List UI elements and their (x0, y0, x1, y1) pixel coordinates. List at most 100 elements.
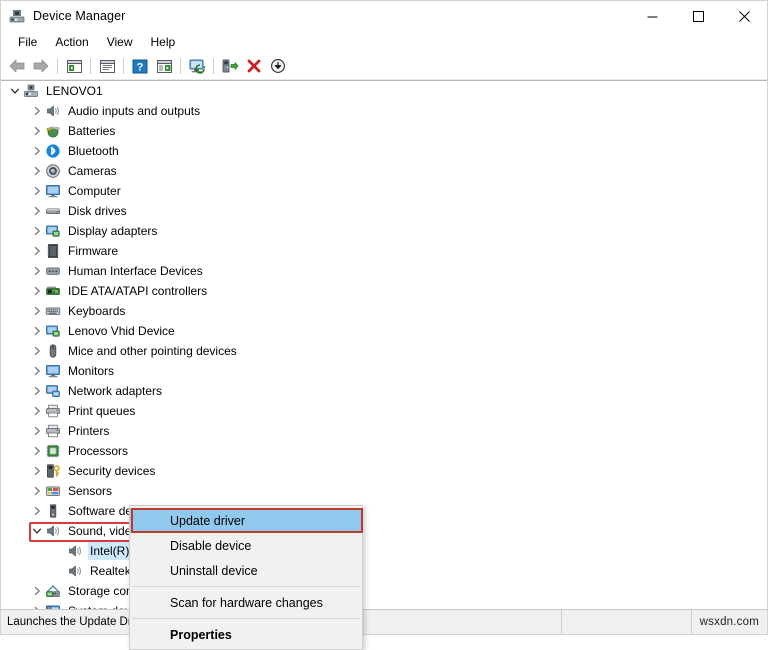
computer-root-icon (23, 83, 39, 99)
scan-hardware-changes-icon[interactable] (185, 55, 209, 77)
chevron-down-icon[interactable] (29, 521, 45, 541)
chevron-right-icon[interactable] (29, 161, 45, 181)
chevron-right-icon[interactable] (29, 501, 45, 521)
tree-row[interactable]: Keyboards (1, 301, 767, 321)
chevron-right-icon[interactable] (29, 321, 45, 341)
chevron-right-icon[interactable] (29, 401, 45, 421)
close-button[interactable] (721, 1, 767, 31)
menu-help[interactable]: Help (142, 32, 185, 52)
sensor-icon (45, 483, 61, 499)
toolbar: ? (1, 53, 767, 80)
tree-row[interactable]: Firmware (1, 241, 767, 261)
tree-row[interactable]: Software devices (1, 501, 767, 521)
chevron-down-icon[interactable] (7, 81, 23, 101)
tree-row[interactable]: Printers (1, 421, 767, 441)
chevron-right-icon[interactable] (29, 361, 45, 381)
view-details-icon[interactable] (152, 55, 176, 77)
chevron-right-icon[interactable] (29, 301, 45, 321)
tree-row[interactable]: Sound, video and game controllers (1, 521, 767, 541)
context-menu-item[interactable]: Update driver (130, 508, 362, 533)
show-hide-console-tree-icon[interactable] (62, 55, 86, 77)
title-bar: Device Manager (1, 1, 767, 31)
tree-row[interactable]: IDE ATA/ATAPI controllers (1, 281, 767, 301)
tree-row[interactable]: Bluetooth (1, 141, 767, 161)
software-device-icon (45, 503, 61, 519)
tree-row[interactable]: Storage cont (1, 581, 767, 601)
tree-row[interactable]: Sensors (1, 481, 767, 501)
tree-row[interactable]: Print queues (1, 401, 767, 421)
update-driver-icon[interactable] (218, 55, 242, 77)
chevron-right-icon[interactable] (29, 441, 45, 461)
storage-controller-icon (45, 583, 61, 599)
tree-row[interactable]: Disk drives (1, 201, 767, 221)
tree-row[interactable]: Security devices (1, 461, 767, 481)
tree-row-label: Computer (68, 184, 121, 198)
printer-icon (45, 423, 61, 439)
tree-row-label: Audio inputs and outputs (68, 104, 201, 118)
bluetooth-icon (45, 143, 61, 159)
back-icon[interactable] (5, 55, 29, 77)
uninstall-device-icon[interactable] (242, 55, 266, 77)
maximize-button[interactable] (675, 1, 721, 31)
tree-row[interactable]: Human Interface Devices (1, 261, 767, 281)
device-tree[interactable]: LENOVO1 Audio inputs and outputs Batteries… (1, 80, 767, 609)
tree-row[interactable]: Lenovo Vhid Device (1, 321, 767, 341)
menu-view[interactable]: View (98, 32, 142, 52)
context-menu-item[interactable]: Uninstall device (130, 558, 362, 583)
tree-row[interactable]: Realtek H (1, 561, 767, 581)
disable-device-icon[interactable] (266, 55, 290, 77)
context-menu[interactable]: Update driver Disable device Uninstall dev… (129, 505, 363, 650)
speaker-icon (45, 103, 61, 119)
toolbar-separator (213, 58, 214, 74)
chevron-right-icon[interactable] (29, 141, 45, 161)
tree-row[interactable]: System devic (1, 601, 767, 609)
tree-row-label: Storage cont (68, 584, 137, 598)
tree-row[interactable]: Processors (1, 441, 767, 461)
tree-row[interactable]: Cameras (1, 161, 767, 181)
context-menu-item[interactable]: Scan for hardware changes (130, 590, 362, 615)
tree-row-label: IDE ATA/ATAPI controllers (68, 284, 208, 298)
hid-icon (45, 263, 61, 279)
tree-row[interactable]: Computer (1, 181, 767, 201)
chevron-right-icon[interactable] (29, 261, 45, 281)
tree-row-root[interactable]: LENOVO1 (1, 81, 767, 101)
chevron-right-icon[interactable] (29, 201, 45, 221)
context-menu-item[interactable]: Disable device (130, 533, 362, 558)
tree-row[interactable]: Monitors (1, 361, 767, 381)
tree-row-label: Cameras (68, 164, 117, 178)
chevron-right-icon[interactable] (29, 341, 45, 361)
chevron-right-icon[interactable] (29, 221, 45, 241)
chevron-right-icon[interactable] (29, 421, 45, 441)
chevron-right-icon[interactable] (29, 581, 45, 601)
chevron-right-icon[interactable] (29, 241, 45, 261)
speaker-icon (45, 523, 61, 539)
forward-icon[interactable] (29, 55, 53, 77)
chevron-right-icon[interactable] (29, 101, 45, 121)
properties-icon[interactable] (95, 55, 119, 77)
tree-row[interactable]: Display adapters (1, 221, 767, 241)
chevron-right-icon[interactable] (29, 381, 45, 401)
chevron-right-icon[interactable] (29, 461, 45, 481)
tree-row[interactable]: Audio inputs and outputs (1, 101, 767, 121)
tree-row-label: LENOVO1 (46, 84, 103, 98)
toolbar-separator (90, 58, 91, 74)
tree-row-label: Firmware (68, 244, 118, 258)
tree-row-label: Security devices (68, 464, 156, 478)
tree-row-label: Disk drives (68, 204, 127, 218)
chevron-right-icon[interactable] (29, 281, 45, 301)
tree-row[interactable]: Network adapters (1, 381, 767, 401)
chevron-right-icon[interactable] (29, 601, 45, 609)
menu-action[interactable]: Action (46, 32, 97, 52)
tree-row[interactable]: Intel(R) D (1, 541, 767, 561)
firmware-chip-icon (45, 243, 61, 259)
chevron-right-icon[interactable] (29, 481, 45, 501)
menu-file[interactable]: File (9, 32, 46, 52)
tree-row[interactable]: Mice and other pointing devices (1, 341, 767, 361)
chevron-right-icon[interactable] (29, 121, 45, 141)
tree-row[interactable]: Batteries (1, 121, 767, 141)
chevron-right-icon[interactable] (29, 181, 45, 201)
minimize-button[interactable] (629, 1, 675, 31)
window-controls (629, 1, 767, 31)
help-icon[interactable]: ? (128, 55, 152, 77)
